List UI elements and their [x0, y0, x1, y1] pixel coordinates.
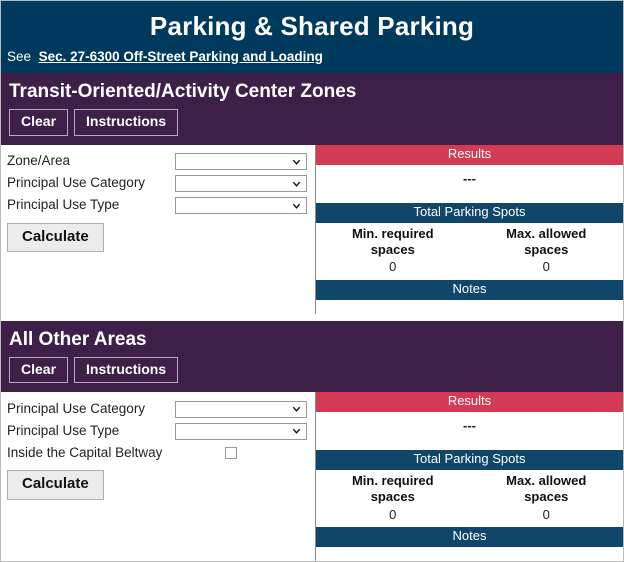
- min-required-label-line1-1: Min. required: [351, 225, 434, 241]
- calculate-button-all-other-areas[interactable]: Calculate: [7, 470, 104, 500]
- max-allowed-value-1: 0: [542, 259, 550, 275]
- field-row-principal-use-category-1: Principal Use Category: [1, 173, 315, 195]
- label-principal-use-category-1: Principal Use Category: [7, 175, 146, 191]
- instructions-button-all-other-areas[interactable]: Instructions: [74, 356, 179, 384]
- notes-value-1: [316, 299, 623, 314]
- min-required-cell-2: Min. required spaces 0: [316, 470, 470, 527]
- max-allowed-label-line1-1: Max. allowed: [506, 225, 587, 241]
- spots-grid-2: Min. required spaces 0 Max. allowed spac…: [316, 470, 624, 528]
- form-spacer-2: [1, 502, 315, 534]
- label-principal-use-category-2: Principal Use Category: [7, 400, 146, 416]
- section-actions-all-other-areas: Clear Instructions: [1, 355, 623, 385]
- field-row-principal-use-type-2: Principal Use Type: [1, 420, 315, 442]
- section-header-transit-oriented: Transit-Oriented/Activity Center Zones C…: [1, 73, 623, 145]
- notes-header-1: Notes: [316, 279, 623, 300]
- max-allowed-label-line1-2: Max. allowed: [506, 473, 587, 489]
- label-principal-use-type-2: Principal Use Type: [7, 422, 120, 438]
- form-column-transit-oriented: Zone/Area Principal Use Category Princip…: [1, 144, 316, 314]
- ordinance-link[interactable]: Sec. 27-6300 Off-Street Parking and Load…: [39, 49, 323, 64]
- page-banner: Parking & Shared Parking See Sec. 27-630…: [1, 1, 623, 74]
- total-parking-spots-header-1: Total Parking Spots: [316, 202, 623, 223]
- max-allowed-cell-1: Max. allowed spaces 0: [470, 223, 624, 280]
- field-row-principal-use-type-1: Principal Use Type: [1, 195, 315, 217]
- results-column-transit-oriented: Results --- Total Parking Spots Min. req…: [316, 144, 624, 314]
- page-title: Parking & Shared Parking: [149, 11, 475, 41]
- max-allowed-value-2: 0: [542, 506, 550, 522]
- clear-button-transit-oriented[interactable]: Clear: [9, 109, 69, 136]
- principal-use-type-select-2[interactable]: [175, 422, 307, 440]
- min-required-label-line2-2: spaces: [370, 489, 415, 505]
- notes-header-2: Notes: [316, 527, 623, 548]
- field-row-principal-use-category-2: Principal Use Category: [1, 398, 315, 420]
- section-body-all-other-areas: Principal Use Category Principal Use Typ…: [1, 392, 624, 561]
- section-header-all-other-areas: All Other Areas Clear Instructions: [1, 320, 623, 393]
- max-allowed-label-line2-2: spaces: [524, 489, 569, 505]
- results-header-2: Results: [316, 392, 623, 413]
- min-required-value-2: 0: [389, 506, 397, 522]
- max-allowed-label-line2-1: spaces: [524, 241, 569, 257]
- min-required-value-1: 0: [389, 259, 397, 275]
- calculate-button-transit-oriented[interactable]: Calculate: [7, 222, 104, 253]
- chevron-down-icon: [292, 428, 301, 435]
- see-label: See: [7, 48, 32, 64]
- min-required-label-line2-1: spaces: [370, 241, 415, 257]
- results-value-2: ---: [316, 412, 623, 451]
- calculate-wrap-all-other-areas: Calculate: [1, 464, 315, 502]
- inside-capital-beltway-checkbox[interactable]: [225, 447, 237, 460]
- min-required-cell-1: Min. required spaces 0: [316, 223, 470, 280]
- results-value-1: ---: [316, 164, 623, 203]
- min-required-label-line1-2: Min. required: [351, 473, 434, 489]
- calculate-wrap-transit-oriented: Calculate: [1, 217, 315, 255]
- total-parking-spots-header-2: Total Parking Spots: [316, 450, 623, 471]
- max-allowed-cell-2: Max. allowed spaces 0: [470, 470, 624, 527]
- chevron-down-icon: [292, 159, 301, 165]
- section-actions-transit-oriented: Clear Instructions: [1, 107, 623, 137]
- label-zone-area: Zone/Area: [7, 153, 71, 169]
- instructions-button-transit-oriented[interactable]: Instructions: [74, 109, 179, 136]
- chevron-down-icon: [292, 406, 301, 413]
- clear-button-all-other-areas[interactable]: Clear: [9, 356, 69, 384]
- chevron-down-icon: [292, 203, 301, 209]
- section-body-transit-oriented: Zone/Area Principal Use Category Princip…: [1, 144, 624, 314]
- field-row-zone-area: Zone/Area: [1, 151, 315, 173]
- notes-value-2: [316, 547, 623, 561]
- spots-grid-1: Min. required spaces 0 Max. allowed spac…: [316, 222, 624, 280]
- checkbox-wrap-inside-capital-beltway: [175, 447, 307, 460]
- section-divider: [1, 313, 623, 321]
- field-row-inside-capital-beltway: Inside the Capital Beltway: [1, 442, 315, 464]
- results-column-all-other-areas: Results --- Total Parking Spots Min. req…: [316, 392, 624, 561]
- zone-area-select[interactable]: [175, 153, 307, 171]
- chevron-down-icon: [292, 181, 301, 187]
- results-header-1: Results: [316, 144, 623, 165]
- label-principal-use-type-1: Principal Use Type: [7, 197, 120, 213]
- label-inside-capital-beltway: Inside the Capital Beltway: [7, 444, 163, 460]
- principal-use-category-select-2[interactable]: [175, 400, 307, 418]
- parking-calculator-page: Parking & Shared Parking See Sec. 27-630…: [0, 0, 624, 562]
- form-column-all-other-areas: Principal Use Category Principal Use Typ…: [1, 392, 316, 561]
- section-title-transit-oriented: Transit-Oriented/Activity Center Zones: [9, 81, 357, 103]
- form-spacer-1: [1, 254, 315, 276]
- principal-use-type-select-1[interactable]: [175, 197, 307, 215]
- principal-use-category-select-1[interactable]: [175, 175, 307, 193]
- banner-reference-line: See Sec. 27-6300 Off-Street Parking and …: [1, 49, 623, 74]
- section-title-all-other-areas: All Other Areas: [9, 328, 147, 350]
